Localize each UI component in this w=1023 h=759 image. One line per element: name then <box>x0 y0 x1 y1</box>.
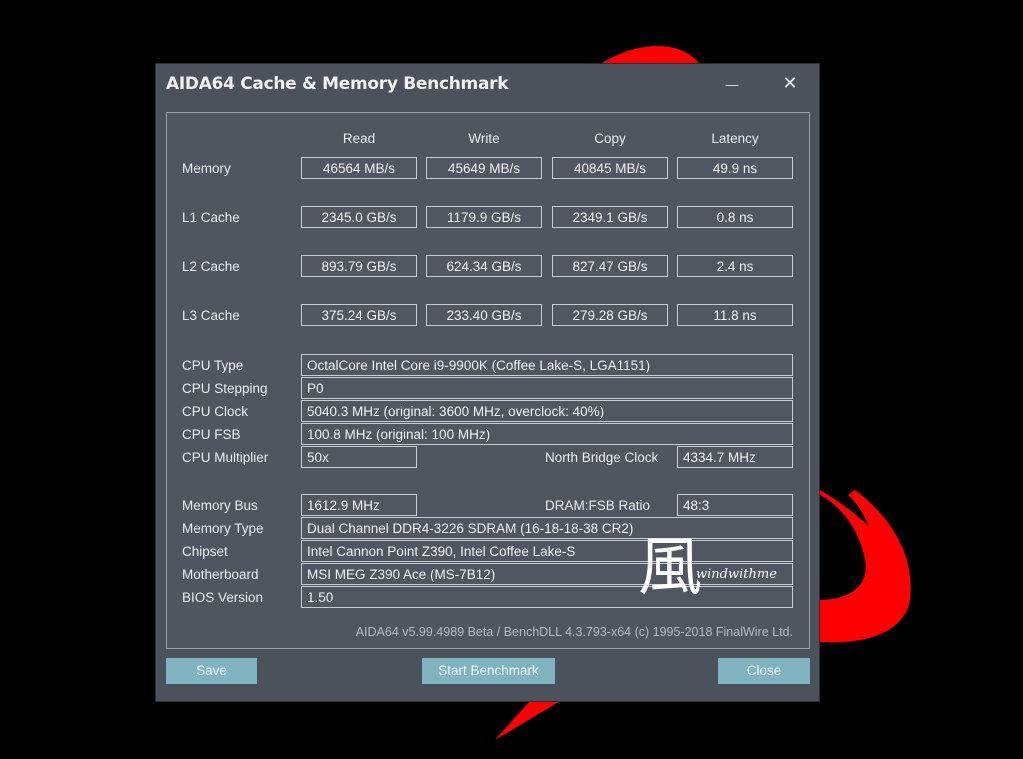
cpu-type-value: OctalCore Intel Core i9-9900K (Coffee La… <box>301 354 793 376</box>
memory-type-label: Memory Type <box>182 521 264 536</box>
l1-latency-value: 0.8 ns <box>677 206 793 228</box>
l1-write-value: 1179.9 GB/s <box>426 206 542 228</box>
cpu-multiplier-value: 50x <box>301 446 417 468</box>
memory-bus-label: Memory Bus <box>182 498 258 513</box>
row-label-l3: L3 Cache <box>182 308 240 323</box>
cpu-fsb-label: CPU FSB <box>182 427 241 442</box>
row-label-l1: L1 Cache <box>182 210 240 225</box>
memory-bus-value: 1612.9 MHz <box>301 494 417 516</box>
close-window-button[interactable]: ✕ <box>772 70 808 96</box>
nb-clock-label: North Bridge Clock <box>545 450 659 465</box>
col-header-latency: Latency <box>711 131 759 146</box>
window-title: AIDA64 Cache & Memory Benchmark <box>166 74 509 94</box>
minimize-button[interactable]: — <box>714 70 750 96</box>
chipset-label: Chipset <box>182 544 228 559</box>
memory-read-value: 46564 MB/s <box>301 157 417 179</box>
col-header-read: Read <box>342 131 376 146</box>
close-icon: ✕ <box>782 73 798 93</box>
l2-copy-value: 827.47 GB/s <box>552 255 668 277</box>
col-header-write: Write <box>468 131 500 146</box>
copyright-footer: AIDA64 v5.99.4989 Beta / BenchDLL 4.3.79… <box>355 625 793 639</box>
watermark-text: windwithme <box>696 567 777 582</box>
memory-copy-value: 40845 MB/s <box>552 157 668 179</box>
cpu-stepping-value: P0 <box>301 377 793 399</box>
cpu-type-label: CPU Type <box>182 358 244 373</box>
l2-write-value: 624.34 GB/s <box>426 255 542 277</box>
cpu-clock-label: CPU Clock <box>182 404 249 419</box>
cpu-multiplier-label: CPU Multiplier <box>182 450 269 465</box>
cpu-fsb-value: 100.8 MHz (original: 100 MHz) <box>301 423 793 445</box>
close-button[interactable]: Close <box>718 658 810 684</box>
memory-latency-value: 49.9 ns <box>677 157 793 179</box>
nb-clock-value: 4334.7 MHz <box>677 446 793 468</box>
l2-latency-value: 2.4 ns <box>677 255 793 277</box>
l3-latency-value: 11.8 ns <box>677 304 793 326</box>
start-benchmark-button[interactable]: Start Benchmark <box>422 658 555 684</box>
l3-read-value: 375.24 GB/s <box>301 304 417 326</box>
cpu-clock-value: 5040.3 MHz (original: 3600 MHz, overcloc… <box>301 400 793 422</box>
l1-copy-value: 2349.1 GB/s <box>552 206 668 228</box>
memory-type-value: Dual Channel DDR4-3226 SDRAM (16-18-18-3… <box>301 517 793 539</box>
save-button[interactable]: Save <box>166 658 257 684</box>
bios-version-label: BIOS Version <box>182 590 264 605</box>
l3-copy-value: 279.28 GB/s <box>552 304 668 326</box>
l3-write-value: 233.40 GB/s <box>426 304 542 326</box>
l2-read-value: 893.79 GB/s <box>301 255 417 277</box>
dram-fsb-ratio-value: 48:3 <box>677 494 793 516</box>
l1-read-value: 2345.0 GB/s <box>301 206 417 228</box>
bios-version-value: 1.50 <box>301 586 793 608</box>
row-label-memory: Memory <box>182 161 231 176</box>
row-label-l2: L2 Cache <box>182 259 240 274</box>
memory-write-value: 45649 MB/s <box>426 157 542 179</box>
motherboard-label: Motherboard <box>182 567 259 582</box>
benchmark-window: AIDA64 Cache & Memory Benchmark — ✕ Read… <box>156 64 819 701</box>
minimize-icon: — <box>725 77 739 92</box>
dram-fsb-ratio-label: DRAM:FSB Ratio <box>545 498 651 513</box>
cpu-stepping-label: CPU Stepping <box>182 381 268 396</box>
col-header-copy: Copy <box>594 131 626 146</box>
watermark-glyph: 風 <box>638 531 702 605</box>
chipset-value: Intel Cannon Point Z390, Intel Coffee La… <box>301 540 793 562</box>
